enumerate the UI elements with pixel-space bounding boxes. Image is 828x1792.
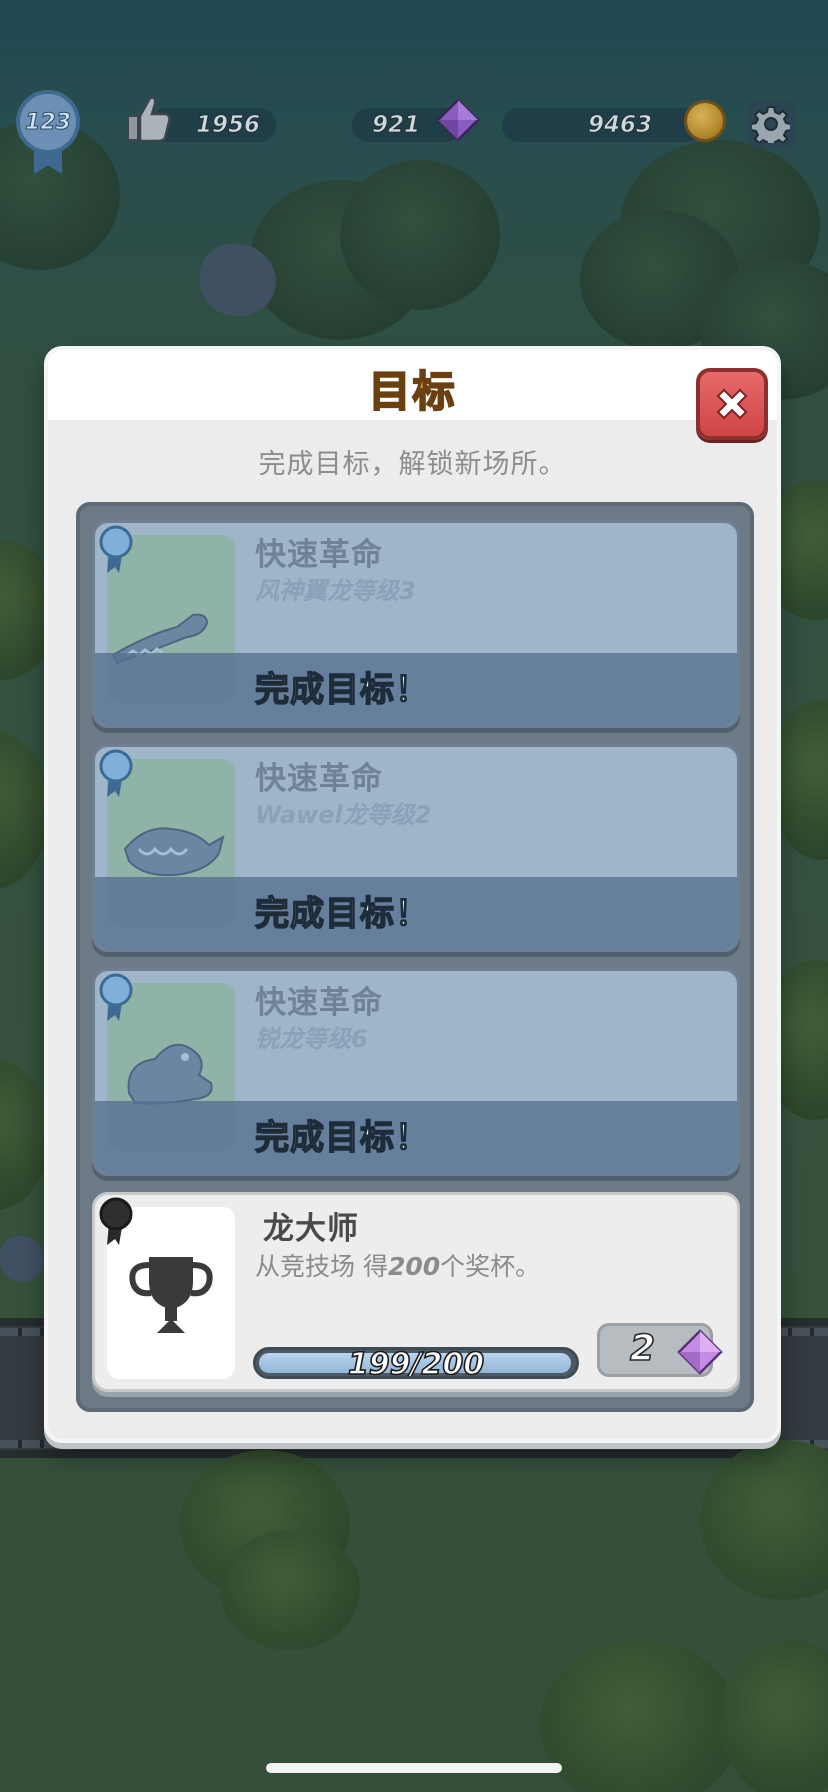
goal-card[interactable]: 快速革命 Wawel龙等级2 完成目标！: [92, 744, 740, 952]
goal-complete-label: 完成目标！: [254, 893, 430, 935]
goal-progress-bar: 199/200: [253, 1347, 579, 1379]
settings-button[interactable]: [747, 100, 795, 148]
close-button[interactable]: [696, 368, 768, 440]
goal-complete-label: 完成目标！: [254, 1117, 430, 1159]
ribbon-icon: [99, 525, 133, 573]
dialog-subtitle: 完成目标，解锁新场所。: [258, 449, 567, 480]
active-goal-card[interactable]: 龙大师 从竞技场 得200个奖杯。 199/200 2: [92, 1192, 740, 1392]
goal-requirement: Wawel龙等级2: [255, 801, 432, 829]
ribbon-icon: [99, 1197, 133, 1245]
likes-value: 1956: [195, 112, 261, 139]
goal-complete-label: 完成目标！: [254, 669, 430, 711]
goal-card[interactable]: 快速革命 风神翼龙等级3 完成目标！: [92, 520, 740, 728]
coins-value: 9463: [587, 112, 653, 139]
gem-icon: [436, 98, 480, 142]
gem-icon: [677, 1329, 723, 1375]
trophy-icon: [129, 1257, 213, 1333]
coin-icon: [684, 100, 726, 142]
top-hud: 123 1956 921 9463: [0, 90, 828, 174]
goals-list: 快速革命 风神翼龙等级3 完成目标！ 快速革命 Wawel龙等级2 完成目标！: [76, 502, 754, 1412]
player-level-badge[interactable]: 123: [16, 90, 80, 176]
goal-description: 从竞技场 得200个奖杯。: [255, 1252, 541, 1281]
goal-reward: 2: [597, 1323, 723, 1377]
thumbs-up-icon: [127, 96, 171, 143]
goal-name: 快速革命: [255, 985, 383, 1021]
close-icon: [716, 388, 748, 420]
dialog-title: 目标: [367, 366, 457, 417]
goal-progress-text: 199/200: [347, 1347, 485, 1379]
gems-value: 921: [371, 112, 421, 139]
player-level: 123: [25, 109, 72, 135]
reward-amount: 2: [629, 1327, 656, 1370]
goals-dialog: 目标 完成目标，解锁新场所。 快速革命 风神翼龙等级3 完成目标！ 快速革命 W…: [44, 346, 781, 1443]
goal-name: 快速革命: [255, 537, 383, 573]
gear-icon: [752, 106, 790, 143]
goal-requirement: 风神翼龙等级3: [255, 577, 416, 605]
goal-requirement: 锐龙等级6: [255, 1025, 368, 1053]
goal-card[interactable]: 快速革命 锐龙等级6 完成目标！: [92, 968, 740, 1176]
ribbon-icon: [99, 749, 133, 797]
coins-counter: 9463: [502, 108, 702, 142]
ribbon-icon: [99, 973, 133, 1021]
goal-name: 龙大师: [263, 1211, 359, 1247]
home-indicator[interactable]: [266, 1763, 562, 1773]
goal-name: 快速革命: [255, 761, 383, 797]
